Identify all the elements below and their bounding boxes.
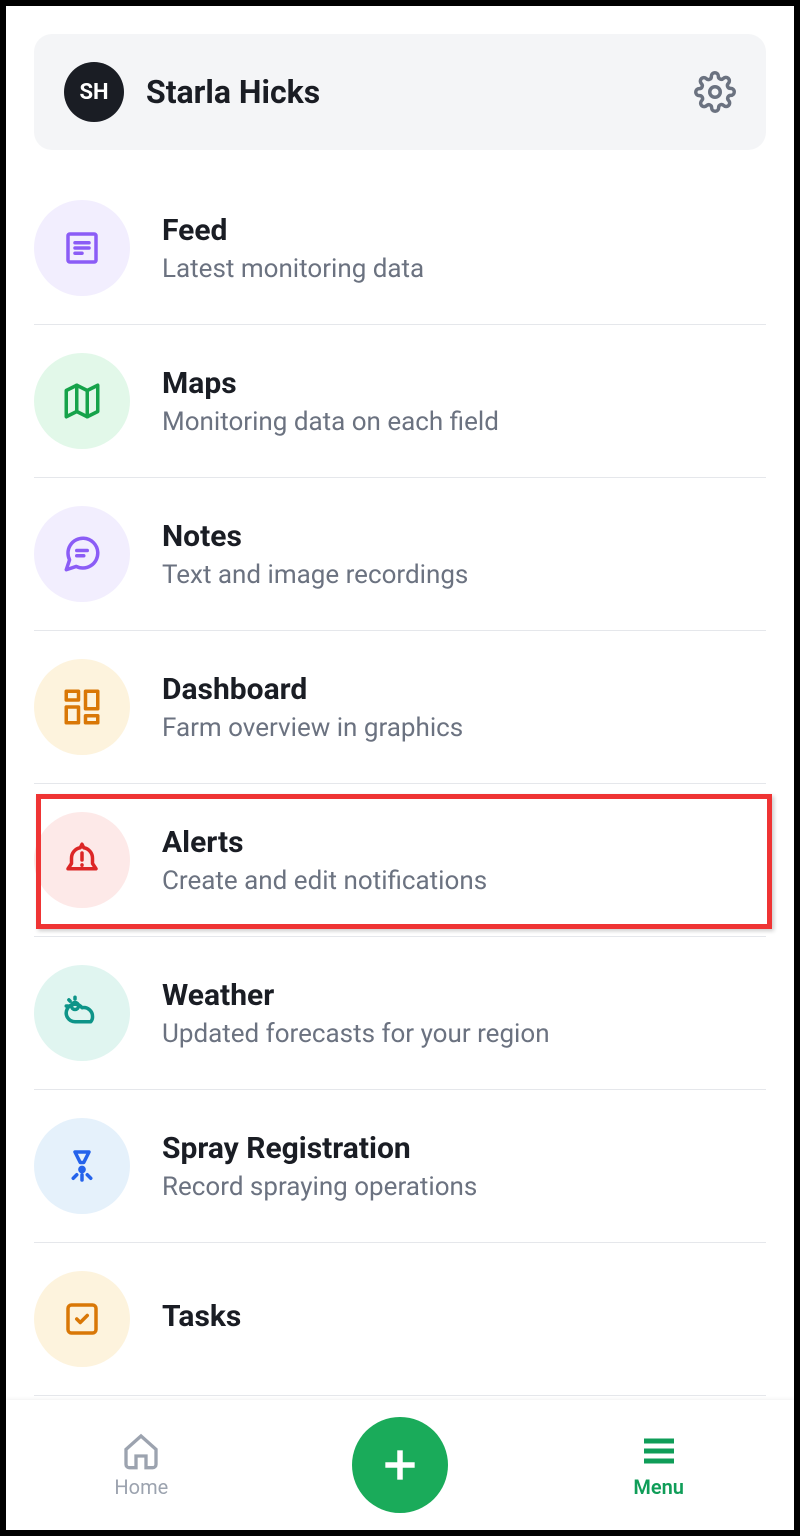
menu-item-dashboard[interactable]: Dashboard Farm overview in graphics [34,631,766,784]
avatar[interactable]: SH [64,62,124,122]
menu-item-subtitle: Record spraying operations [162,1172,766,1202]
menu-item-title: Alerts [162,825,766,860]
menu-item-subtitle: Farm overview in graphics [162,713,766,743]
menu-item-tasks[interactable]: Tasks [34,1243,766,1396]
tasks-icon [34,1271,130,1367]
menu-item-spray[interactable]: Spray Registration Record spraying operat… [34,1090,766,1243]
menu-item-subtitle: Monitoring data on each field [162,407,766,437]
menu-item-title: Notes [162,519,766,554]
menu-icon [639,1431,679,1471]
menu-item-title: Dashboard [162,672,766,707]
nav-menu[interactable]: Menu [599,1431,719,1499]
note-icon [34,506,130,602]
profile-name: Starla Hicks [146,73,320,111]
menu-item-note[interactable]: Notes Text and image recordings [34,478,766,631]
menu-item-title: Tasks [162,1299,766,1334]
spray-icon [34,1118,130,1214]
nav-home-label: Home [114,1475,168,1499]
menu-item-map[interactable]: Maps Monitoring data on each field [34,325,766,478]
menu-item-subtitle: Create and edit notifications [162,866,766,896]
menu-list: Feed Latest monitoring data Maps Monitoring… [34,200,766,1396]
dashboard-icon [34,659,130,755]
settings-icon[interactable] [694,71,736,113]
profile-card: SH Starla Hicks [34,34,766,150]
home-icon [121,1431,161,1471]
menu-item-title: Weather [162,978,766,1013]
menu-item-subtitle: Latest monitoring data [162,254,766,284]
menu-item-title: Feed [162,213,766,248]
bottom-nav: Home Menu [6,1400,794,1530]
feed-icon [34,200,130,296]
menu-item-alert[interactable]: Alerts Create and edit notifications [34,784,766,937]
menu-item-subtitle: Updated forecasts for your region [162,1019,766,1049]
menu-item-weather[interactable]: Weather Updated forecasts for your region [34,937,766,1090]
fab-add[interactable] [352,1417,448,1513]
plus-icon [378,1443,422,1487]
menu-item-title: Maps [162,366,766,401]
nav-menu-label: Menu [633,1475,684,1499]
menu-item-title: Spray Registration [162,1131,766,1166]
menu-item-subtitle: Text and image recordings [162,560,766,590]
menu-item-feed[interactable]: Feed Latest monitoring data [34,200,766,325]
nav-home[interactable]: Home [81,1431,201,1499]
alert-icon [34,812,130,908]
map-icon [34,353,130,449]
weather-icon [34,965,130,1061]
